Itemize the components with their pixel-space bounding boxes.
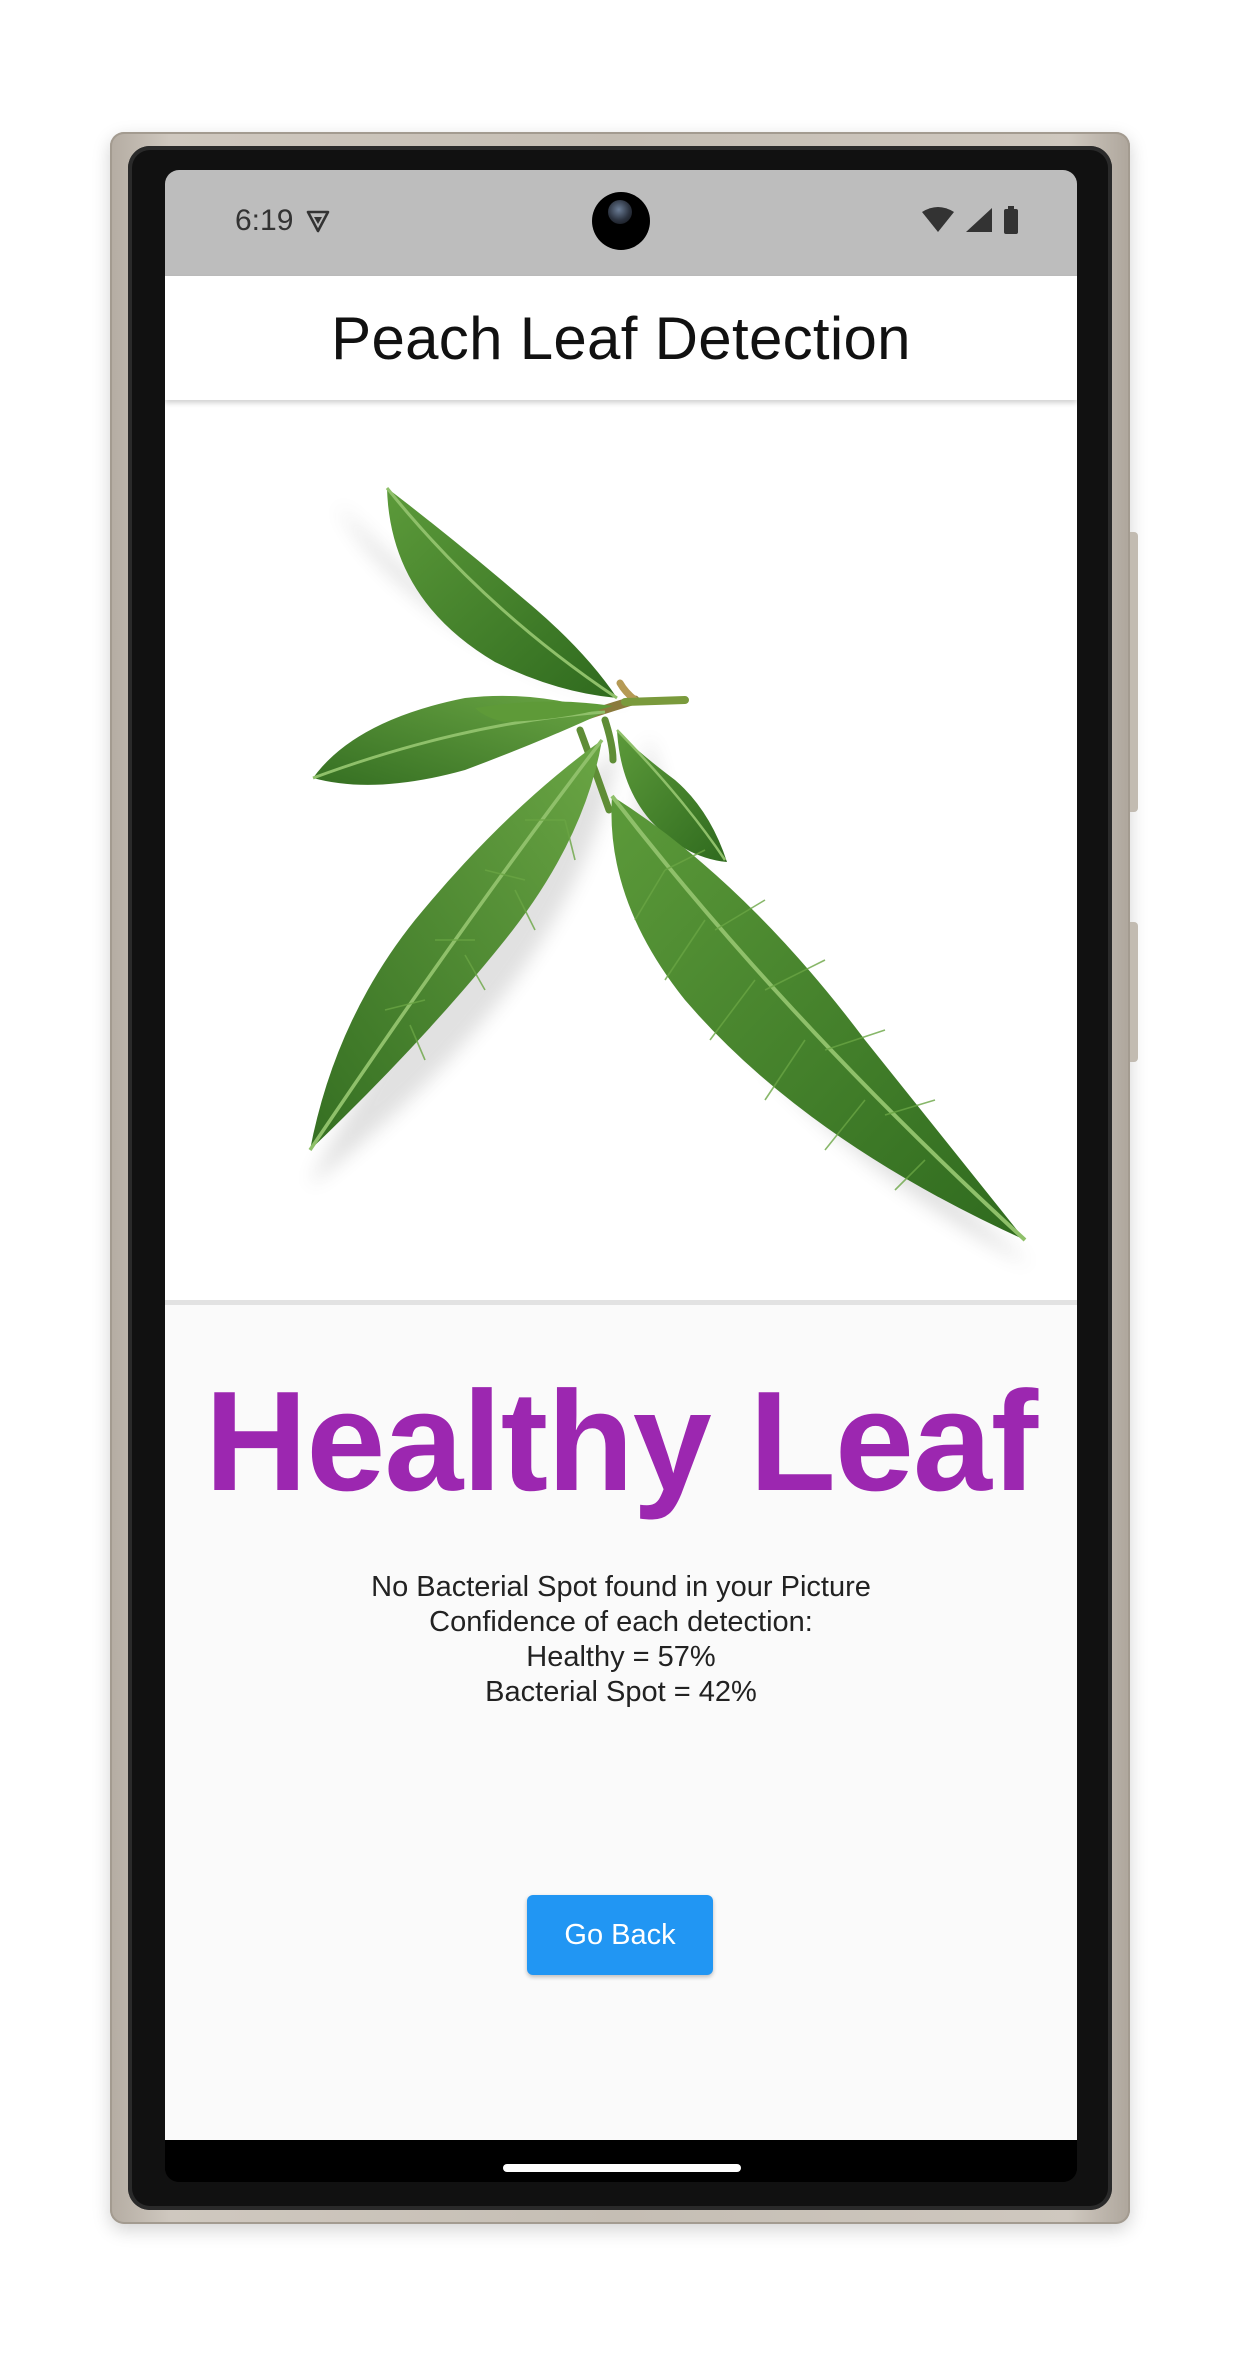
battery-icon bbox=[1003, 206, 1019, 239]
wifi-icon bbox=[921, 207, 955, 238]
cellular-signal-icon bbox=[965, 207, 993, 238]
go-back-button[interactable]: Go Back bbox=[527, 1895, 713, 1975]
phone-screen: 6:19 Peach Leaf Detection Healthy Leaf N… bbox=[165, 170, 1077, 2182]
result-title: Healthy Leaf bbox=[204, 1362, 1038, 1521]
page-title: Peach Leaf Detection bbox=[331, 304, 911, 372]
status-icons bbox=[921, 206, 1019, 239]
image-divider bbox=[165, 1300, 1077, 1305]
status-time: 6:19 bbox=[235, 204, 294, 237]
confidence-healthy: Healthy = 57% bbox=[526, 1641, 716, 1673]
vpn-shield-icon bbox=[305, 208, 331, 234]
result-screen: Healthy Leaf No Bacterial Spot found in … bbox=[165, 400, 1077, 2140]
confidence-heading: Confidence of each detection: bbox=[429, 1606, 813, 1638]
peach-leaf-image bbox=[165, 400, 1077, 1300]
volume-button bbox=[1130, 532, 1138, 812]
phone-frame: 6:19 Peach Leaf Detection Healthy Leaf N… bbox=[110, 132, 1138, 2224]
power-button bbox=[1130, 922, 1138, 1062]
result-details: No Bacterial Spot found in your Picture … bbox=[165, 1570, 1077, 1710]
navigation-bar bbox=[165, 2140, 1077, 2182]
app-bar: Peach Leaf Detection bbox=[165, 276, 1077, 400]
result-message: No Bacterial Spot found in your Picture bbox=[371, 1571, 871, 1603]
confidence-bacterial-spot: Bacterial Spot = 42% bbox=[485, 1676, 757, 1708]
home-gesture-handle[interactable] bbox=[503, 2164, 741, 2172]
front-camera bbox=[592, 192, 650, 250]
status-bar: 6:19 bbox=[165, 170, 1077, 276]
